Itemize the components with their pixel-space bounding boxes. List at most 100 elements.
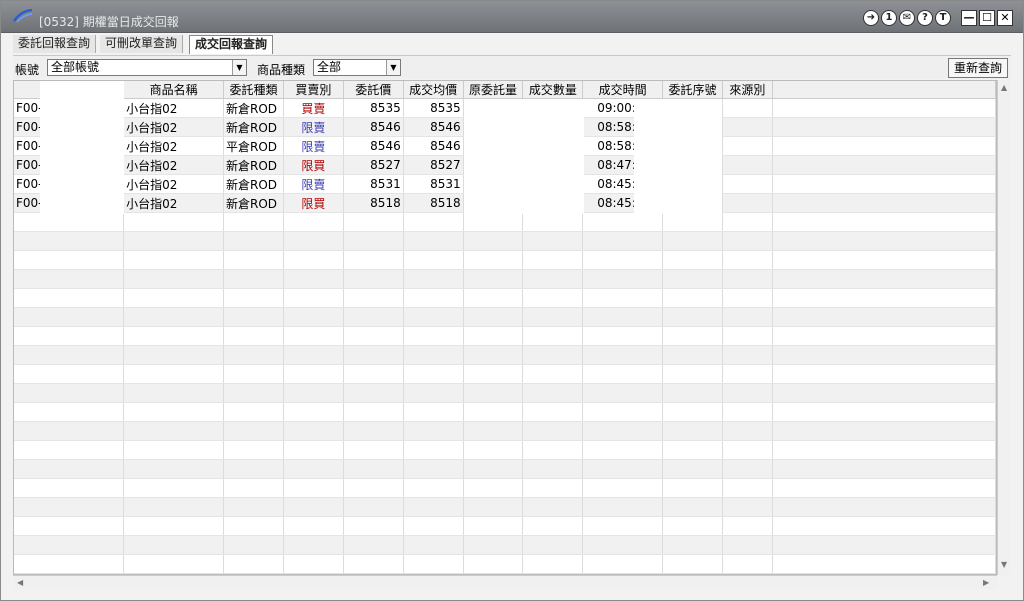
table-cell: [403, 288, 464, 308]
table-cell: [722, 478, 773, 498]
table-cell: [343, 421, 404, 441]
product-type-select[interactable]: 全部 ▼: [313, 59, 401, 76]
maximize-icon[interactable]: ☐: [979, 10, 995, 26]
table-cell: [582, 478, 664, 498]
table-row[interactable]: [14, 212, 996, 232]
table-cell: [522, 402, 584, 422]
table-cell: [662, 516, 723, 536]
table-row[interactable]: [14, 288, 996, 308]
horizontal-scrollbar[interactable]: ◀ ▶: [13, 575, 997, 589]
account-select-value: 全部帳號: [51, 60, 100, 74]
table-cell: [522, 383, 584, 403]
table-cell: [582, 364, 664, 384]
table-cell: [283, 402, 344, 422]
close-icon[interactable]: ✕: [997, 10, 1013, 26]
table-row[interactable]: [14, 421, 996, 441]
t-icon[interactable]: T: [935, 10, 951, 26]
table-row[interactable]: [14, 326, 996, 346]
table-cell: [772, 459, 996, 479]
table-cell: 限賣: [283, 117, 344, 137]
table-row[interactable]: [14, 269, 996, 289]
minimize-icon[interactable]: —: [961, 10, 977, 26]
scroll-right-icon[interactable]: ▶: [983, 578, 989, 587]
table-cell: [343, 307, 404, 327]
column-header[interactable]: 委託序號: [662, 81, 723, 99]
table-cell: [14, 402, 125, 422]
table-cell: 8527: [403, 155, 464, 175]
table-row[interactable]: [14, 250, 996, 270]
table-row[interactable]: [14, 478, 996, 498]
table-row[interactable]: [14, 383, 996, 403]
table-row[interactable]: [14, 535, 996, 555]
table-cell: [522, 269, 584, 289]
table-header: 帳號商品名稱委託種類買賣別委託價成交均價原委託量成交數量成交時間委託序號來源別: [14, 81, 996, 99]
arrow-right-icon[interactable]: ➜: [863, 10, 879, 26]
vertical-scrollbar[interactable]: ▲ ▼: [997, 80, 1011, 575]
table-row[interactable]: [14, 440, 996, 460]
table-cell: [772, 326, 996, 346]
table-cell: [223, 307, 284, 327]
table-cell: [223, 269, 284, 289]
table-row[interactable]: [14, 497, 996, 517]
table-cell: [283, 516, 344, 536]
requery-button[interactable]: 重新查詢: [948, 58, 1008, 78]
mail-icon[interactable]: ✉: [899, 10, 915, 26]
table-cell: [772, 421, 996, 441]
table-cell: [223, 554, 284, 574]
table-cell: [123, 269, 224, 289]
table-cell: 限賣: [283, 174, 344, 194]
table-cell: [522, 326, 584, 346]
table-cell: [722, 516, 773, 536]
table-cell: [772, 250, 996, 270]
filter-bar: 帳號 全部帳號 ▼ 商品種類 全部 ▼ 重新查詢: [13, 55, 1011, 79]
help-icon[interactable]: ?: [917, 10, 933, 26]
table-cell: [343, 497, 404, 517]
table-row[interactable]: [14, 307, 996, 327]
table-cell: [582, 497, 664, 517]
table-cell: [343, 231, 404, 251]
scroll-down-icon[interactable]: ▼: [1001, 560, 1007, 569]
column-header[interactable]: 商品名稱: [123, 81, 224, 99]
table-cell: [463, 307, 524, 327]
column-header[interactable]: 買賣別: [283, 81, 344, 99]
table-cell: [772, 478, 996, 498]
chevron-down-icon[interactable]: ▼: [386, 60, 400, 75]
table-row[interactable]: [14, 345, 996, 365]
column-header[interactable]: 成交均價: [403, 81, 464, 99]
column-header[interactable]: 原委託量: [463, 81, 524, 99]
column-header[interactable]: 委託價: [343, 81, 404, 99]
column-header[interactable]: 來源別: [722, 81, 773, 99]
account-select[interactable]: 全部帳號 ▼: [47, 59, 247, 76]
table-cell: [283, 364, 344, 384]
title-bar[interactable]: [0532] 期權當日成交回報 ➜ 1 ✉ ? T — ☐ ✕: [1, 1, 1023, 33]
scroll-up-icon[interactable]: ▲: [1001, 83, 1007, 92]
column-header[interactable]: 成交數量: [522, 81, 584, 99]
info-one-icon[interactable]: 1: [881, 10, 897, 26]
table-cell: 買賣: [283, 98, 344, 118]
table-cell: [14, 440, 125, 460]
table-row[interactable]: [14, 364, 996, 384]
table-cell: [463, 402, 524, 422]
tab-cancellable-orders[interactable]: 可刪改單查詢: [100, 35, 184, 53]
table-row[interactable]: [14, 459, 996, 479]
table-cell: [403, 497, 464, 517]
table-cell: [582, 307, 664, 327]
table-cell: [14, 212, 125, 232]
scroll-left-icon[interactable]: ◀: [17, 578, 23, 587]
table-row[interactable]: [14, 554, 996, 574]
table-cell: [582, 554, 664, 574]
table-row[interactable]: [14, 516, 996, 536]
table-cell: [772, 383, 996, 403]
table-cell: [343, 554, 404, 574]
chevron-down-icon[interactable]: ▼: [232, 60, 246, 75]
tab-order-report[interactable]: 委託回報查詢: [13, 35, 97, 53]
table-cell: [343, 364, 404, 384]
table-cell: [662, 250, 723, 270]
column-header[interactable]: 委託種類: [223, 81, 284, 99]
table-row[interactable]: [14, 402, 996, 422]
column-header[interactable]: 成交時間: [582, 81, 664, 99]
table-cell: [463, 497, 524, 517]
table-row[interactable]: [14, 231, 996, 251]
table-cell: [772, 364, 996, 384]
tab-trade-report[interactable]: 成交回報查詢: [189, 35, 274, 54]
